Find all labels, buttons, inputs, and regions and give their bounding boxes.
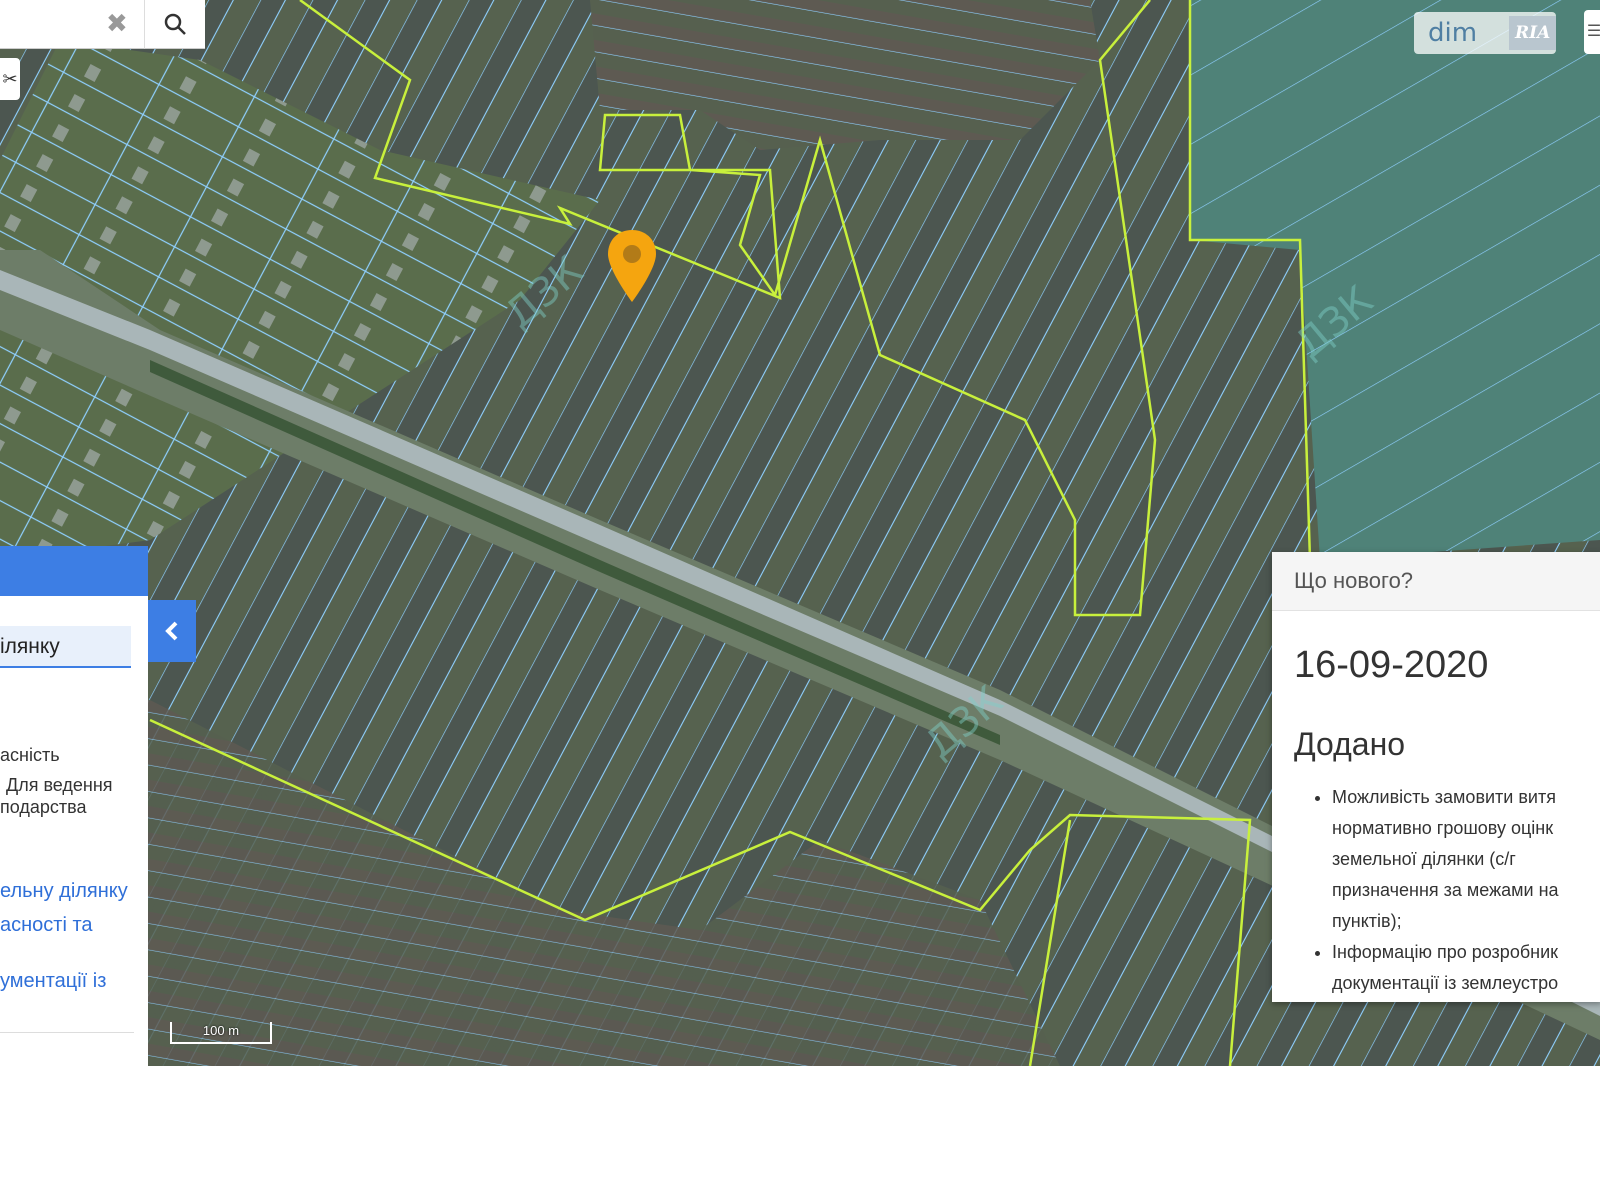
popup-title: Що нового?	[1272, 552, 1600, 611]
parcel-purpose-text-cont: подарства	[0, 797, 87, 817]
logo-ria-text: RIA	[1509, 16, 1556, 50]
dim-ria-logo: dim RIA	[1414, 12, 1556, 54]
close-icon[interactable]: ✖	[106, 10, 128, 36]
panel-header	[0, 546, 148, 596]
tool-icon: ✂	[2, 69, 18, 89]
parcel-purpose-text: Для ведення	[6, 775, 113, 795]
collapse-panel-button[interactable]	[148, 600, 196, 662]
news-section-title: Додано	[1294, 726, 1406, 762]
parcel-search-field[interactable]: ілянку	[0, 626, 131, 668]
layers-icon: ☰	[1586, 23, 1600, 40]
parcel-ownership-text: асність	[0, 745, 60, 765]
scale-bar: 100 m	[170, 1022, 272, 1044]
news-item: Можливість замовити витя нормативно грош…	[1332, 782, 1559, 937]
news-item: Інформацію про розробник документації із…	[1332, 937, 1559, 999]
map-view[interactable]: ДЗК ДЗК ДЗК ✖ ✂ dim RIA ☰ ілянку асність…	[0, 0, 1600, 1066]
layers-button[interactable]: ☰	[1584, 10, 1600, 54]
logo-dim-text: dim	[1428, 18, 1478, 48]
search-input[interactable]: ✖	[0, 0, 145, 49]
documentation-link[interactable]: ументації із	[0, 970, 106, 992]
news-date: 16-09-2020	[1294, 644, 1489, 686]
side-panel: ілянку асність Для ведення подарства ель…	[0, 546, 148, 1066]
measure-tool-button[interactable]: ✂	[0, 58, 20, 100]
location-pin-icon[interactable]	[606, 228, 658, 304]
whats-new-popup: Що нового? 16-09-2020 Додано Можливість …	[1272, 552, 1600, 1002]
news-list: Можливість замовити витя нормативно грош…	[1310, 782, 1559, 999]
parcel-link[interactable]: ельну ділянку	[0, 880, 128, 902]
parcel-link-cont[interactable]: асності та	[0, 914, 93, 936]
search-icon	[164, 13, 186, 35]
chevron-left-icon	[165, 621, 178, 641]
search-button[interactable]	[145, 0, 205, 49]
panel-divider	[0, 1032, 134, 1033]
